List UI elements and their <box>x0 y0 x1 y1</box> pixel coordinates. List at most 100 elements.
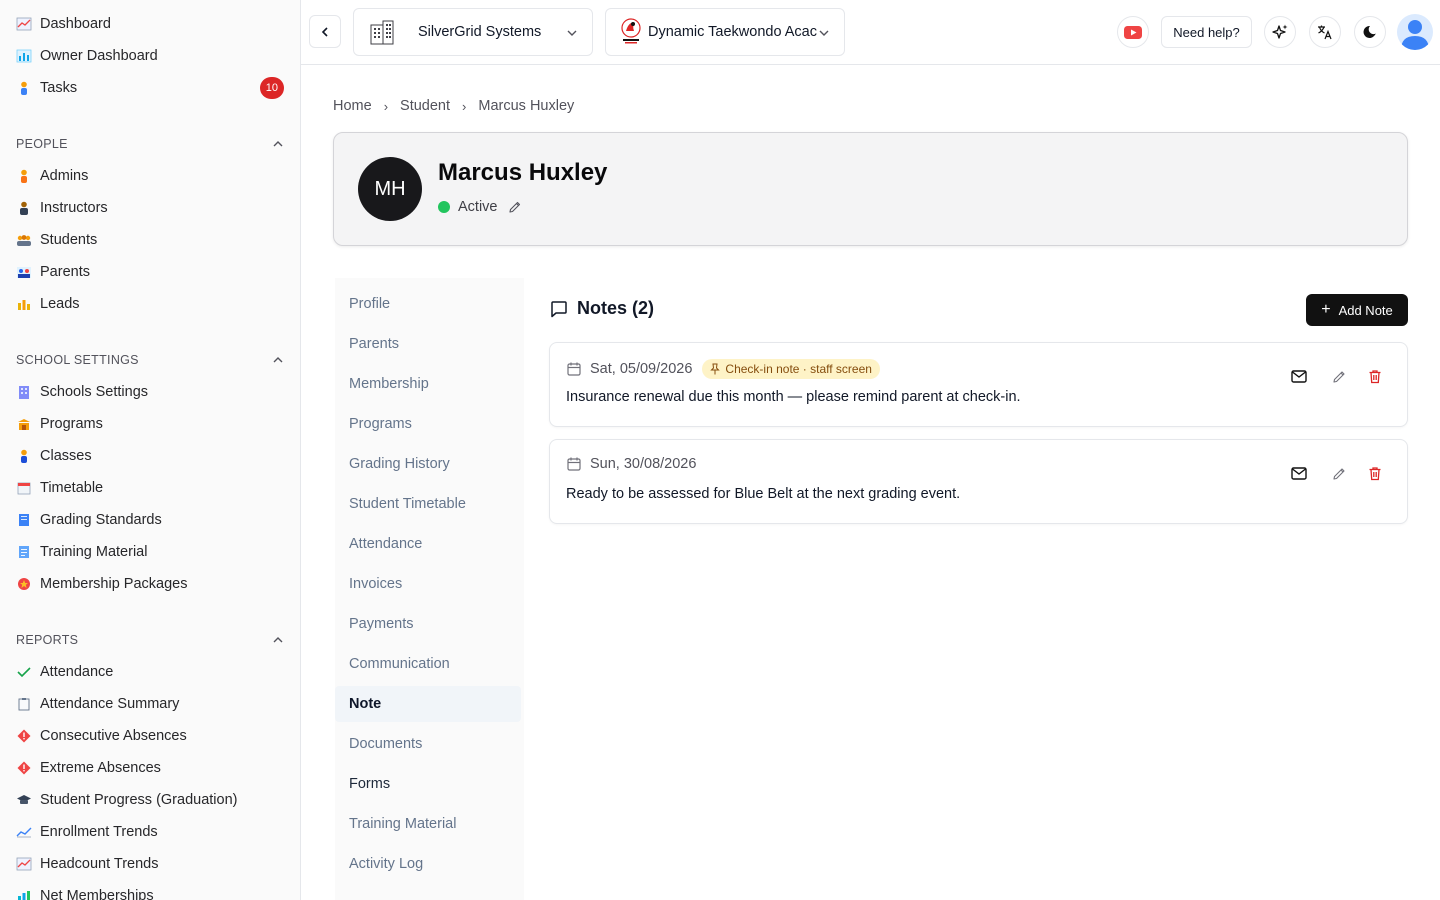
sidebar-item-report-attendance[interactable]: Attendance <box>16 658 284 686</box>
youtube-button[interactable] <box>1117 16 1149 48</box>
subnav-training-material[interactable]: Training Material <box>335 806 521 842</box>
edit-note-button[interactable] <box>1330 367 1348 385</box>
chart-icon <box>16 856 32 872</box>
sidebar-item-consecutive-absences[interactable]: Consecutive Absences <box>16 722 284 750</box>
breadcrumb-home[interactable]: Home <box>333 98 372 114</box>
sidebar-item-grading-standards[interactable]: Grading Standards <box>16 506 284 534</box>
office-building-icon <box>370 20 394 45</box>
note-card: Sun, 30/08/2026 Ready to be assessed for… <box>549 439 1408 524</box>
theme-toggle-button[interactable] <box>1354 16 1386 48</box>
ai-assistant-button[interactable] <box>1264 16 1296 48</box>
parents-icon <box>16 264 32 280</box>
pin-icon <box>710 363 721 375</box>
subnav-attendance[interactable]: Attendance <box>335 526 521 562</box>
sidebar-item-owner-dashboard[interactable]: Owner Dashboard <box>16 42 284 70</box>
status-indicator-dot <box>438 201 450 213</box>
chevron-right-icon: › <box>462 98 467 114</box>
subnav-invoices[interactable]: Invoices <box>335 566 521 602</box>
subnav-note[interactable]: Note <box>335 686 521 722</box>
subnav-activity-log[interactable]: Activity Log <box>335 846 521 882</box>
chevron-up-icon <box>273 357 283 363</box>
calendar-icon <box>567 362 581 376</box>
sidebar-item-attendance-summary[interactable]: Attendance Summary <box>16 690 284 718</box>
medal-icon <box>16 576 32 592</box>
note-date-text: Sat, 05/09/2026 <box>590 361 693 377</box>
student-name: Marcus Huxley <box>438 159 608 186</box>
breadcrumb-student[interactable]: Student <box>400 98 450 114</box>
sidebar-item-students[interactable]: Students <box>16 226 284 254</box>
language-button[interactable] <box>1309 16 1341 48</box>
chevron-left-icon <box>321 26 328 37</box>
subnav-documents[interactable]: Documents <box>335 726 521 762</box>
sidebar-item-headcount-trends[interactable]: Headcount Trends <box>16 850 284 878</box>
moon-icon <box>1363 25 1376 38</box>
delete-note-button[interactable] <box>1366 367 1384 385</box>
user-avatar-button[interactable] <box>1397 14 1433 50</box>
delete-note-button[interactable] <box>1366 464 1384 482</box>
school-select[interactable]: Dynamic Taekwondo Acac <box>605 8 845 56</box>
organization-select[interactable]: SilverGrid Systems <box>353 8 593 56</box>
sidebar-item-programs[interactable]: Programs <box>16 410 284 438</box>
back-button[interactable] <box>309 15 341 48</box>
subnav-grading-history[interactable]: Grading History <box>335 446 521 482</box>
sidebar-item-schools-settings[interactable]: Schools Settings <box>16 378 284 406</box>
email-note-button[interactable] <box>1290 464 1308 482</box>
programs-icon <box>16 416 32 432</box>
note-card: Sat, 05/09/2026 Check-in note · staff sc… <box>549 342 1408 427</box>
instructor-icon <box>16 200 32 216</box>
youtube-icon <box>1124 25 1142 39</box>
subnav-membership[interactable]: Membership <box>335 366 521 402</box>
sidebar-item-parents[interactable]: Parents <box>16 258 284 286</box>
note-tag-badge: Check-in note · staff screen <box>702 359 880 379</box>
section-school-settings-header[interactable]: SCHOOL SETTINGS <box>16 350 284 370</box>
building-icon <box>16 384 32 400</box>
sidebar-item-tasks[interactable]: Tasks 10 <box>16 74 284 102</box>
edit-status-pencil-icon[interactable] <box>508 200 522 214</box>
chart-icon <box>16 16 32 32</box>
sidebar-item-net-memberships[interactable]: Net Memberships <box>16 882 284 900</box>
edit-note-button[interactable] <box>1330 464 1348 482</box>
calendar-icon <box>567 457 581 471</box>
status-label: Active <box>458 199 498 215</box>
sidebar-item-membership-packages[interactable]: Membership Packages <box>16 570 284 598</box>
translate-icon <box>1318 25 1332 40</box>
section-reports-header[interactable]: REPORTS <box>16 630 284 650</box>
section-people-header[interactable]: PEOPLE <box>16 134 284 154</box>
tasks-count-badge: 10 <box>259 77 284 99</box>
sidebar-item-admins[interactable]: Admins <box>16 162 284 190</box>
notes-heading: Notes (2) <box>549 298 654 319</box>
clipboard-icon <box>16 696 32 712</box>
subnav-forms[interactable]: Forms <box>335 766 521 802</box>
sidebar-item-training-material[interactable]: Training Material <box>16 538 284 566</box>
sidebar-item-dashboard[interactable]: Dashboard <box>16 10 284 38</box>
top-bar: SilverGrid Systems Dynamic Taekwondo Aca… <box>301 0 1440 65</box>
note-text: Insurance renewal due this month — pleas… <box>566 389 1021 405</box>
sidebar-item-instructors[interactable]: Instructors <box>16 194 284 222</box>
sidebar-item-leads[interactable]: Leads <box>16 290 284 318</box>
need-help-button[interactable]: Need help? <box>1161 16 1252 48</box>
sidebar-item-classes[interactable]: Classes <box>16 442 284 470</box>
sidebar-item-student-progress[interactable]: Student Progress (Graduation) <box>16 786 284 814</box>
email-note-button[interactable] <box>1290 367 1308 385</box>
subnav-profile[interactable]: Profile <box>335 286 521 322</box>
sidebar-item-timetable[interactable]: Timetable <box>16 474 284 502</box>
add-note-button[interactable]: + Add Note <box>1306 294 1408 326</box>
book-icon <box>16 512 32 528</box>
chevron-down-icon <box>819 30 829 36</box>
check-icon <box>16 664 32 680</box>
student-subnav: Profile Parents Membership Programs Grad… <box>335 278 524 900</box>
add-note-label: Add Note <box>1338 302 1393 318</box>
subnav-payments[interactable]: Payments <box>335 606 521 642</box>
subnav-programs[interactable]: Programs <box>335 406 521 442</box>
subnav-communication[interactable]: Communication <box>335 646 521 682</box>
chevron-up-icon <box>273 141 283 147</box>
student-avatar: MH <box>358 157 422 221</box>
trend-icon <box>16 824 32 840</box>
sidebar-item-extreme-absences[interactable]: Extreme Absences <box>16 754 284 782</box>
subnav-parents[interactable]: Parents <box>335 326 521 362</box>
trash-icon <box>1369 369 1381 383</box>
sidebar-item-enrollment-trends[interactable]: Enrollment Trends <box>16 818 284 846</box>
subnav-student-timetable[interactable]: Student Timetable <box>335 486 521 522</box>
chevron-down-icon <box>567 30 577 36</box>
chevron-up-icon <box>273 637 283 643</box>
